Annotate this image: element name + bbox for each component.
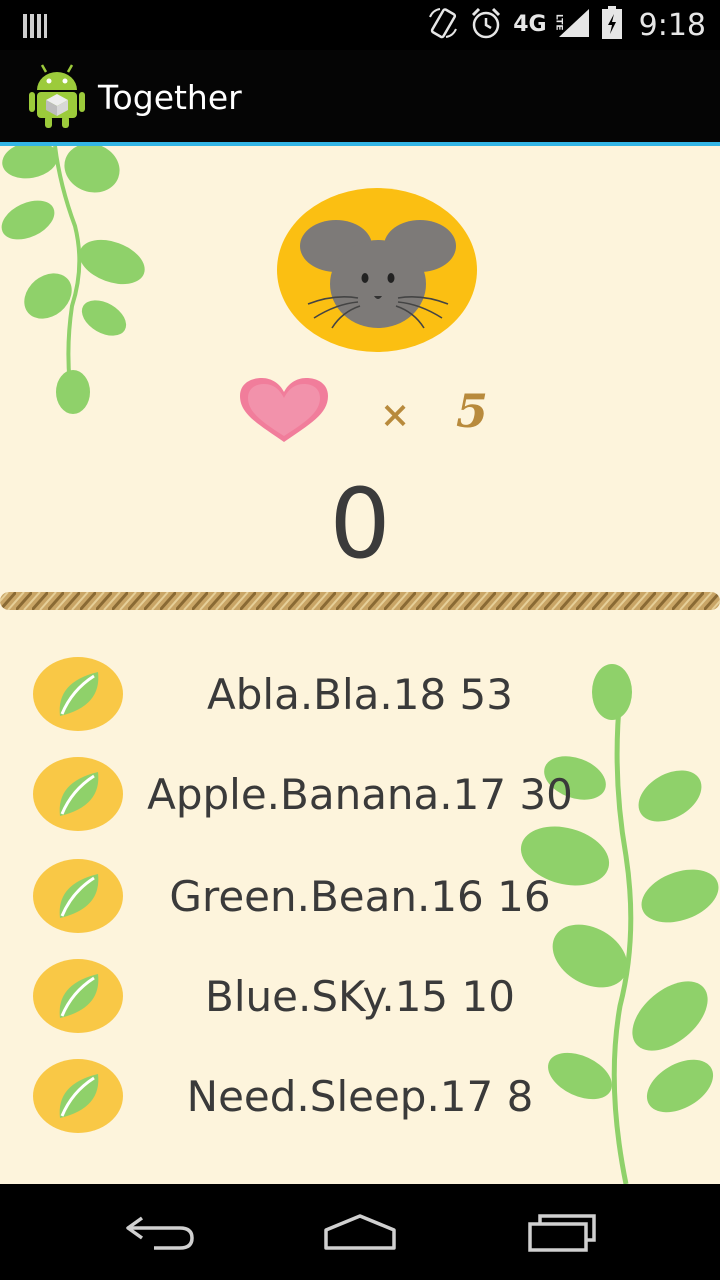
status-time: 9:18 <box>638 7 706 43</box>
game-content: × 5 0 Abla.Bla.18 53 Apple.Banana.17 30 … <box>0 146 720 1184</box>
app-title: Together <box>98 78 242 117</box>
alarm-icon <box>469 6 503 45</box>
network-type-indicator: 4G LTE <box>513 12 563 37</box>
network-type-label: 4G <box>513 12 547 37</box>
list-item[interactable]: Abla.Bla.18 53 <box>0 656 720 736</box>
score-display: 0 <box>329 468 391 580</box>
screen-rotation-icon <box>427 7 459 44</box>
lives-count: 5 <box>456 384 489 438</box>
network-sub-label: LTE <box>553 14 564 31</box>
rope-divider <box>0 590 720 617</box>
home-button[interactable] <box>322 1210 398 1259</box>
android-app-icon[interactable] <box>28 64 86 133</box>
list-item[interactable]: Green.Bean.16 16 <box>0 858 720 938</box>
recent-apps-button[interactable] <box>526 1210 598 1259</box>
list-item-label: Need.Sleep.17 8 <box>186 1072 534 1121</box>
list-item-label: Abla.Bla.18 53 <box>207 670 513 719</box>
mouse-character[interactable] <box>276 186 478 359</box>
back-button[interactable] <box>124 1210 196 1259</box>
list-item[interactable]: Need.Sleep.17 8 <box>0 1058 720 1138</box>
status-bar: 4G LTE 9:18 <box>0 0 720 50</box>
list-item[interactable]: Blue.SKy.15 10 <box>0 958 720 1038</box>
list-item-label: Apple.Banana.17 30 <box>147 770 573 819</box>
battery-icon <box>601 5 623 45</box>
notification-icon <box>22 12 48 45</box>
action-bar: Together <box>0 50 720 146</box>
heart-icon <box>238 378 330 449</box>
navigation-bar <box>0 1184 720 1280</box>
list-item[interactable]: Apple.Banana.17 30 <box>0 756 720 836</box>
list-item-label: Green.Bean.16 16 <box>169 872 551 921</box>
lives-multiplier: × <box>380 394 411 436</box>
list-item-label: Blue.SKy.15 10 <box>205 972 515 1021</box>
vine-decoration-top <box>0 146 160 431</box>
